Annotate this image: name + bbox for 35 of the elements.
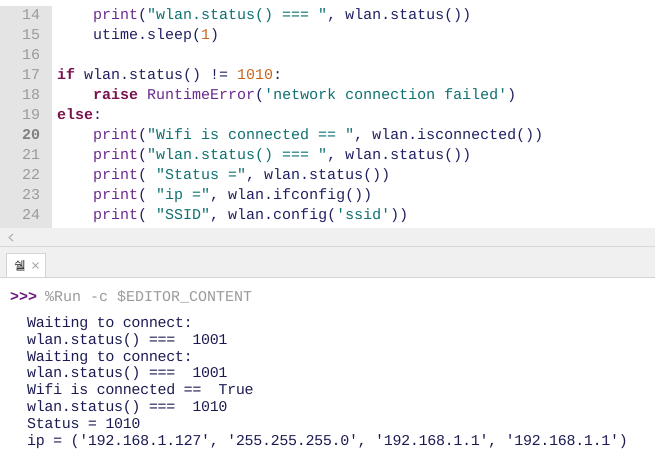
line-number: 21 xyxy=(20,146,41,166)
code-line: print("Wifi is connected == ", wlan.isconnected()) xyxy=(92,126,544,146)
line-number: 15 xyxy=(20,26,41,46)
code-line: else: xyxy=(57,106,102,126)
output-line: Status = 1010 xyxy=(27,416,140,433)
line-number: 22 xyxy=(20,166,41,186)
horizontal-scrollbar[interactable] xyxy=(0,228,655,247)
shell-tab[interactable]: 쉘 xyxy=(6,253,46,277)
line-number: 18 xyxy=(20,86,41,106)
line-number: 17 xyxy=(20,66,41,86)
output-line: Waiting to connect: xyxy=(27,315,192,332)
line-number: 24 xyxy=(20,206,41,226)
code-line: print( "Status =", wlan.status()) xyxy=(92,166,390,186)
output-line: wlan.status() === 1010 xyxy=(27,398,228,416)
line-number: 19 xyxy=(20,106,41,126)
code-line: print("wlan.status() === ", wlan.status()) xyxy=(92,146,472,166)
output-line: Wifi is connected == True xyxy=(27,382,254,400)
line-number: 20 xyxy=(20,126,41,146)
line-number: 14 xyxy=(20,6,41,26)
code-line: utime.sleep(1) xyxy=(92,26,220,46)
output-line: ip = ('192.168.1.127', '255.255.255.0', '192.168.1.1', '192.168.1.1') xyxy=(27,432,628,450)
output-line: Waiting to connect: xyxy=(27,348,192,366)
output-line: wlan.status() === 1001 xyxy=(27,332,228,349)
scroll-left-icon[interactable] xyxy=(8,232,14,242)
code-line: print( "SSID", wlan.config('ssid')) xyxy=(92,206,408,226)
output-line: wlan.status() === 1001 xyxy=(27,365,228,382)
shell-command: %Run -c $EDITOR_CONTENT xyxy=(45,288,252,308)
line-number: 23 xyxy=(20,186,41,206)
close-icon[interactable] xyxy=(32,262,39,269)
code-line: raise RuntimeError('network connection failed') xyxy=(92,86,516,106)
shell-prompt: >>> xyxy=(10,288,38,308)
code-line: print( "ip =", wlan.ifconfig()) xyxy=(92,186,372,206)
code-line: if wlan.status() != 1010: xyxy=(57,66,282,86)
code-line: print("wlan.status() === ", wlan.status()) xyxy=(92,6,472,26)
line-number: 16 xyxy=(20,46,41,66)
